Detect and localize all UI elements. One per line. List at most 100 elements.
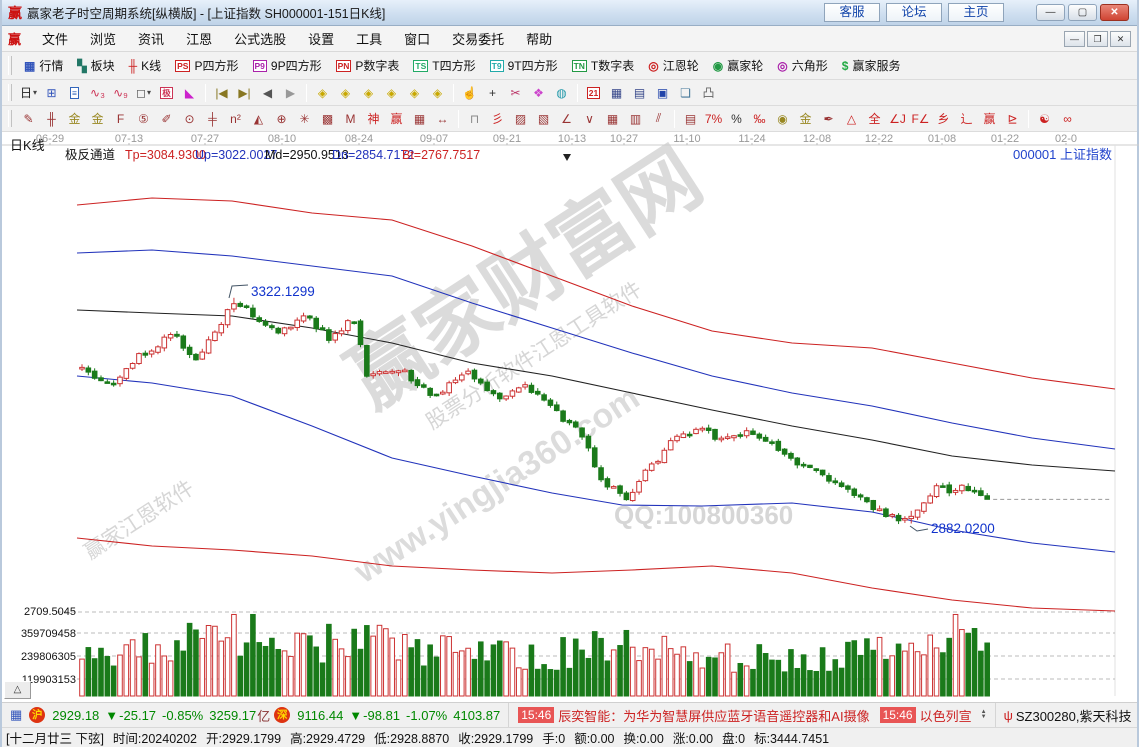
toolbar-grip[interactable] <box>8 56 12 75</box>
j-angle-icon[interactable]: ∠J <box>887 109 908 129</box>
menu-交易委托[interactable]: 交易委托 <box>441 26 515 51</box>
star-web-icon[interactable]: ✳ <box>294 109 315 129</box>
gold-section-icon[interactable]: 金 <box>87 109 108 129</box>
goto-last-icon[interactable]: ▶| <box>234 83 255 103</box>
gold-ratio-icon[interactable]: 金 <box>64 109 85 129</box>
maximize-button[interactable]: ▢ <box>1068 4 1097 21</box>
service-button[interactable]: 客服 <box>824 3 880 22</box>
parallel-lines-icon[interactable]: ⫽ <box>648 109 669 129</box>
tool-T四方形[interactable]: TST四方形 <box>406 55 482 76</box>
forum-button[interactable]: 论坛 <box>886 3 942 22</box>
menu-资讯[interactable]: 资讯 <box>127 26 175 51</box>
kline-chart-canvas[interactable]: 赢家财富网www.yingjia360.comQQ:100800360赢家江恩软… <box>2 132 1139 702</box>
drag-hand-icon[interactable]: ☝ <box>459 83 480 103</box>
tool-9T四方形[interactable]: T99T四方形 <box>483 55 565 76</box>
percent-icon[interactable]: % <box>726 109 747 129</box>
ying-line-icon[interactable]: 赢 <box>979 109 1000 129</box>
shift-left-icon[interactable]: ◈ <box>312 83 333 103</box>
zoom-out-h-icon[interactable]: ◈ <box>358 83 379 103</box>
sh-index-value[interactable]: 2929.18 <box>52 708 99 723</box>
tool-9P四方形[interactable]: P99P四方形 <box>246 55 329 76</box>
quote-grid-icon[interactable]: ▦ <box>10 707 22 723</box>
grid-box-icon[interactable]: ▥ <box>625 109 646 129</box>
step-forward-icon[interactable]: ▶ <box>280 83 301 103</box>
ying-tool-icon[interactable]: 赢 <box>386 109 407 129</box>
width-adjust-icon[interactable]: ↔ <box>432 109 453 129</box>
wave-angle-icon[interactable]: △ <box>841 109 862 129</box>
tool-赢家轮[interactable]: ◉赢家轮 <box>706 55 771 76</box>
toolbar-grip[interactable] <box>8 84 12 102</box>
mdi-minimize-button[interactable]: — <box>1064 31 1085 47</box>
homepage-button[interactable]: 主页 <box>948 3 1004 22</box>
period-day-selector[interactable]: 日▾ <box>18 83 39 103</box>
copy-icon[interactable]: ❏ <box>675 83 696 103</box>
calculator-icon[interactable]: ▦ <box>606 83 627 103</box>
zoom-v-icon[interactable]: ◈ <box>404 83 425 103</box>
fan-lines-icon[interactable]: 彡 <box>487 109 508 129</box>
gold-line-icon[interactable]: 金 <box>795 109 816 129</box>
fibo-icon[interactable]: F <box>110 109 131 129</box>
square-n2-icon[interactable]: n² <box>225 109 246 129</box>
print-icon[interactable]: 凸 <box>698 83 719 103</box>
goto-first-icon[interactable]: |◀ <box>211 83 232 103</box>
mdi-close-button[interactable]: ✕ <box>1110 31 1131 47</box>
magnet-icon[interactable]: ❖ <box>528 83 549 103</box>
menu-设置[interactable]: 设置 <box>297 26 345 51</box>
tool-行情[interactable]: ▦行情 <box>17 55 70 76</box>
multi-fan-icon[interactable]: 乡 <box>933 109 954 129</box>
tool-P四方形[interactable]: PSP四方形 <box>168 55 245 76</box>
step-back-icon[interactable]: ◀ <box>257 83 278 103</box>
zoom-all-icon[interactable]: ◈ <box>427 83 448 103</box>
menu-文件[interactable]: 文件 <box>31 26 79 51</box>
hatch-box-icon[interactable]: ▧ <box>533 109 554 129</box>
ma9-icon[interactable]: ∿₉ <box>110 83 131 103</box>
f-angle-icon[interactable]: F∠ <box>910 109 931 129</box>
shaded-box-icon[interactable]: ▨ <box>510 109 531 129</box>
gold-circle-icon[interactable]: ◉ <box>772 109 793 129</box>
single-candle-icon[interactable]: ◻▾ <box>133 83 154 103</box>
gann-compass-icon[interactable]: ⊕ <box>271 109 292 129</box>
spiral-icon[interactable]: ⑤ <box>133 109 154 129</box>
tool-P数字表[interactable]: PNP数字表 <box>329 55 407 76</box>
crosshair-icon[interactable]: + <box>482 83 503 103</box>
minimize-button[interactable]: — <box>1036 4 1065 21</box>
news-scroll-spinner[interactable]: ▲▼ <box>981 710 987 720</box>
time-circle-icon[interactable]: ⊙ <box>179 109 200 129</box>
menu-江恩[interactable]: 江恩 <box>175 26 223 51</box>
grid-dense-icon[interactable]: ▦ <box>602 109 623 129</box>
percent-range-icon[interactable]: 7% <box>703 109 724 129</box>
shift-right-icon[interactable]: ◈ <box>335 83 356 103</box>
notes-icon[interactable]: ▤ <box>629 83 650 103</box>
brush-icon[interactable]: ✒ <box>818 109 839 129</box>
box-tool-icon[interactable]: ⊓ <box>464 109 485 129</box>
tool-T数字表[interactable]: TNT数字表 <box>565 55 642 76</box>
wave-mark-icon[interactable]: M <box>340 109 361 129</box>
pattern-icon[interactable]: ◍ <box>551 83 572 103</box>
speed-line-icon[interactable]: 辶 <box>956 109 977 129</box>
scale-list-icon[interactable]: ▤ <box>680 109 701 129</box>
toolbar-grip[interactable] <box>8 110 12 128</box>
tool-江恩轮[interactable]: ◎江恩轮 <box>641 55 706 76</box>
angle-mirror-icon[interactable]: ◭ <box>248 109 269 129</box>
cut-icon[interactable]: ✂ <box>505 83 526 103</box>
zoom-in-h-icon[interactable]: ◈ <box>381 83 402 103</box>
sh-market-icon[interactable]: 沪 <box>29 707 45 723</box>
menu-公式选股[interactable]: 公式选股 <box>223 26 297 51</box>
zigzag-icon[interactable]: ∨ <box>579 109 600 129</box>
slope-icon[interactable]: ⊵ <box>1002 109 1023 129</box>
marker-pen-icon[interactable]: ✐ <box>156 109 177 129</box>
shen-tool-icon[interactable]: 神 <box>363 109 384 129</box>
draw-pencil-icon[interactable]: ✎ <box>18 109 39 129</box>
grid123-icon[interactable]: ▦ <box>409 109 430 129</box>
menu-窗口[interactable]: 窗口 <box>393 26 441 51</box>
tool-板块[interactable]: ▚板块 <box>70 55 121 76</box>
sz-market-icon[interactable]: 深 <box>274 707 290 723</box>
ticker-stock[interactable]: SZ300280,紫天科技 <box>1016 706 1132 725</box>
menu-工具[interactable]: 工具 <box>345 26 393 51</box>
quote-panel-icon[interactable]: ≡ <box>64 83 85 103</box>
menu-浏览[interactable]: 浏览 <box>79 26 127 51</box>
tool-六角形[interactable]: ◎六角形 <box>770 55 835 76</box>
pane-expand-button[interactable]: △ <box>4 681 31 699</box>
gann-grid-icon[interactable]: ╫ <box>41 109 62 129</box>
tool-赢家服务[interactable]: $赢家服务 <box>835 55 908 76</box>
